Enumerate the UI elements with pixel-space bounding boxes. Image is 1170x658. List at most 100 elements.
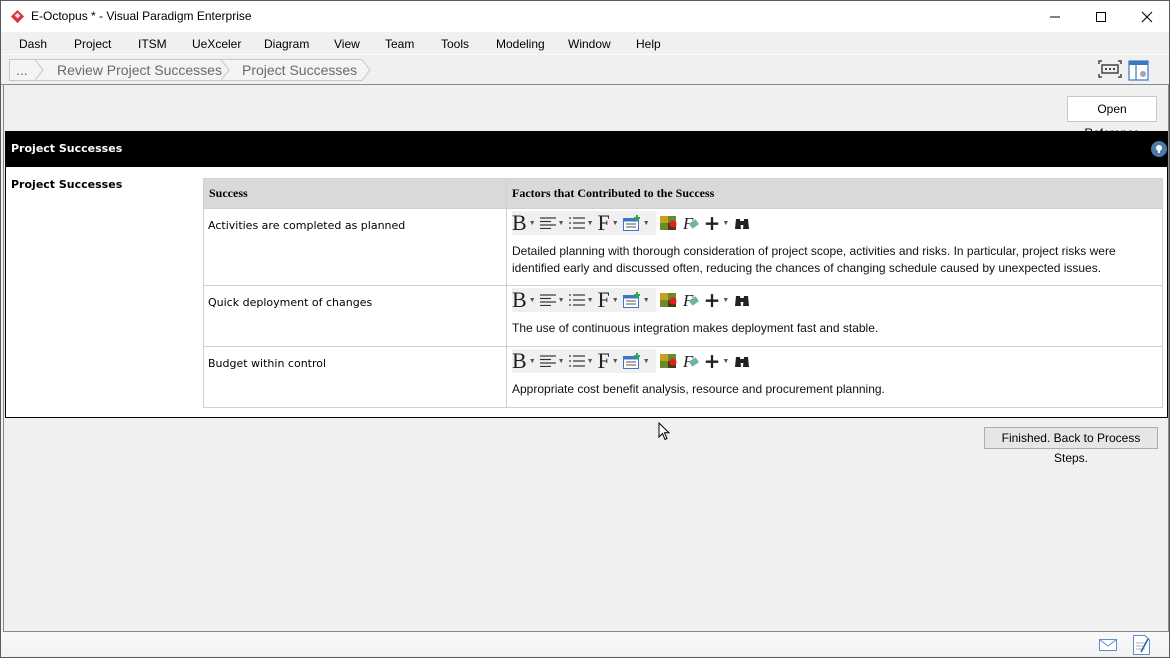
list-icon xyxy=(568,355,585,367)
binoculars-icon xyxy=(735,296,750,306)
formula-icon: F xyxy=(682,352,699,370)
rich-text-toolbar: B ▼ ▼ ▼ F ▼ ▼ F + ▼ xyxy=(512,287,1162,313)
table-icon xyxy=(622,353,640,369)
list-button[interactable]: ▼ xyxy=(568,212,594,234)
menu-uexceler[interactable]: UeXceler xyxy=(192,37,241,51)
dropdown-arrow-icon: ▼ xyxy=(586,296,594,304)
format-group: B ▼ ▼ ▼ F ▼ ▼ xyxy=(512,288,656,312)
dropdown-arrow-icon: ▼ xyxy=(586,357,594,365)
bold-button[interactable]: B ▼ xyxy=(512,289,536,311)
status-bar xyxy=(1,632,1169,657)
successes-table: Success Factors that Contributed to the … xyxy=(203,178,1163,408)
panel-title: Project Successes xyxy=(11,142,123,155)
formula-button[interactable]: F xyxy=(682,212,700,234)
color-button[interactable] xyxy=(659,350,678,372)
pin-icon[interactable] xyxy=(1151,141,1167,157)
dropdown-arrow-icon: ▼ xyxy=(722,357,730,365)
menu-diagram[interactable]: Diagram xyxy=(264,37,309,51)
bold-button[interactable]: B ▼ xyxy=(512,350,536,372)
dropdown-arrow-icon: ▼ xyxy=(642,357,650,365)
minimize-icon xyxy=(1050,16,1060,17)
color-palette-icon xyxy=(659,216,677,230)
factors-cell[interactable]: B ▼ ▼ ▼ F ▼ ▼ F + ▼ xyxy=(506,285,1163,347)
find-button[interactable] xyxy=(733,212,751,234)
table-icon xyxy=(622,292,640,308)
dropdown-arrow-icon: ▼ xyxy=(722,219,730,227)
window-title: E-Octopus * - Visual Paradigm Enterprise xyxy=(31,9,252,23)
factors-cell[interactable]: B ▼ ▼ ▼ F ▼ ▼ F + ▼ xyxy=(506,346,1163,408)
maximize-button[interactable] xyxy=(1078,1,1124,32)
open-reference-button[interactable]: Open Reference xyxy=(1067,96,1157,140)
formula-icon: F xyxy=(682,214,699,232)
formula-button[interactable]: F xyxy=(682,350,700,372)
font-icon: F xyxy=(597,210,610,235)
dropdown-arrow-icon: ▼ xyxy=(557,357,565,365)
factors-text[interactable]: Detailed planning with thorough consider… xyxy=(512,236,1162,285)
formula-button[interactable]: F xyxy=(682,289,700,311)
minimize-button[interactable] xyxy=(1032,1,1078,32)
font-button[interactable]: F ▼ xyxy=(598,289,619,311)
find-button[interactable] xyxy=(733,350,751,372)
close-button[interactable] xyxy=(1124,1,1170,32)
list-icon xyxy=(568,294,585,306)
panel-layout-icon[interactable] xyxy=(1128,60,1150,82)
font-button[interactable]: F ▼ xyxy=(598,350,619,372)
format-group: B ▼ ▼ ▼ F ▼ ▼ xyxy=(512,211,656,235)
breadcrumb-more[interactable]: ... xyxy=(16,59,28,81)
font-button[interactable]: F ▼ xyxy=(598,212,619,234)
insert-button[interactable]: + ▼ xyxy=(704,350,730,372)
header-factors: Factors that Contributed to the Success xyxy=(506,178,1163,209)
notes-icon[interactable] xyxy=(1133,635,1151,655)
breadcrumb-project-successes[interactable]: Project Successes xyxy=(242,59,357,81)
align-button[interactable]: ▼ xyxy=(539,212,565,234)
align-button[interactable]: ▼ xyxy=(539,350,565,372)
dropdown-arrow-icon: ▼ xyxy=(586,219,594,227)
breadcrumb-review-project-successes[interactable]: Review Project Successes xyxy=(57,59,222,81)
dropdown-arrow-icon: ▼ xyxy=(611,296,619,304)
factors-text[interactable]: Appropriate cost benefit analysis, resou… xyxy=(512,374,1162,406)
menu-modeling[interactable]: Modeling xyxy=(496,37,545,51)
find-button[interactable] xyxy=(733,289,751,311)
menu-window[interactable]: Window xyxy=(568,37,611,51)
menu-help[interactable]: Help xyxy=(636,37,661,51)
breadcrumb-bar: ... Review Project Successes Project Suc… xyxy=(1,54,1169,85)
font-icon: F xyxy=(597,287,610,312)
menu-team[interactable]: Team xyxy=(385,37,414,51)
list-button[interactable]: ▼ xyxy=(568,289,594,311)
dropdown-arrow-icon: ▼ xyxy=(557,296,565,304)
header-success: Success xyxy=(203,178,507,209)
success-cell[interactable]: Budget within control xyxy=(203,346,507,408)
insert-table-button[interactable]: ▼ xyxy=(622,289,650,311)
color-button[interactable] xyxy=(659,289,678,311)
mouse-cursor-icon xyxy=(658,422,671,441)
factors-text[interactable]: The use of continuous integration makes … xyxy=(512,313,1162,345)
menu-itsm[interactable]: ITSM xyxy=(138,37,167,51)
fit-diagram-icon[interactable] xyxy=(1098,60,1122,78)
bold-button[interactable]: B ▼ xyxy=(512,212,536,234)
list-icon xyxy=(568,217,585,229)
align-button[interactable]: ▼ xyxy=(539,289,565,311)
table-row: Activities are completed as planned B ▼ ▼… xyxy=(203,208,1163,286)
insert-table-button[interactable]: ▼ xyxy=(622,212,650,234)
menu-project[interactable]: Project xyxy=(74,37,111,51)
success-cell[interactable]: Activities are completed as planned xyxy=(203,208,507,286)
menu-view[interactable]: View xyxy=(334,37,360,51)
insert-button[interactable]: + ▼ xyxy=(704,212,730,234)
color-button[interactable] xyxy=(659,212,678,234)
plus-icon: + xyxy=(703,211,721,235)
mail-icon[interactable] xyxy=(1099,639,1117,651)
dropdown-arrow-icon: ▼ xyxy=(642,219,650,227)
finish-back-button[interactable]: Finished. Back to Process Steps. xyxy=(984,427,1158,465)
factors-cell[interactable]: B ▼ ▼ ▼ F ▼ ▼ F + ▼ xyxy=(506,208,1163,286)
table-row: Budget within control B ▼ ▼ ▼ F ▼ ▼ F + … xyxy=(203,346,1163,408)
color-palette-icon xyxy=(659,354,677,368)
title-bar: E-Octopus * - Visual Paradigm Enterprise xyxy=(1,1,1169,32)
menu-tools[interactable]: Tools xyxy=(441,37,469,51)
insert-button[interactable]: + ▼ xyxy=(704,289,730,311)
menu-dash[interactable]: Dash xyxy=(19,37,47,51)
insert-table-button[interactable]: ▼ xyxy=(622,350,650,372)
list-button[interactable]: ▼ xyxy=(568,350,594,372)
dropdown-arrow-icon: ▼ xyxy=(557,219,565,227)
dropdown-arrow-icon: ▼ xyxy=(611,219,619,227)
success-cell[interactable]: Quick deployment of changes xyxy=(203,285,507,347)
